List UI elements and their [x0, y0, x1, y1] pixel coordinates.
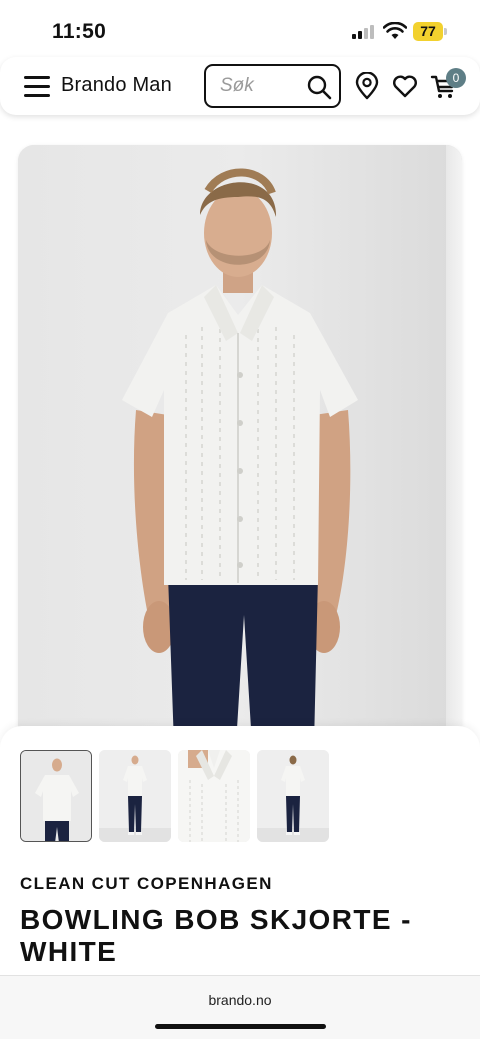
thumbnail-1[interactable]: [20, 750, 92, 842]
cart-count-badge: 0: [446, 68, 466, 88]
battery-level: 77: [413, 22, 443, 41]
product-title: BOWLING BOB SKJORTE - WHITE: [20, 904, 412, 967]
status-bar: 11:50 77: [0, 0, 480, 60]
product-main-image[interactable]: [18, 145, 462, 745]
status-time: 11:50: [52, 20, 107, 43]
product-brand[interactable]: CLEAN CUT COPENHAGEN: [20, 874, 273, 894]
home-indicator: [155, 1024, 326, 1029]
browser-url-bar[interactable]: brando.no: [0, 975, 480, 1039]
heart-icon[interactable]: [391, 72, 419, 100]
model-photo: [18, 145, 462, 745]
signal-icon: [352, 25, 376, 39]
battery-icon: 77: [413, 22, 447, 41]
search-input[interactable]: [220, 74, 300, 98]
search-icon[interactable]: [306, 74, 332, 100]
thumbnail-3[interactable]: [178, 750, 250, 842]
search-box[interactable]: [204, 64, 341, 108]
site-header: Brando Man: [0, 57, 480, 115]
site-logo[interactable]: Brando Man: [61, 74, 172, 97]
location-pin-icon[interactable]: [353, 72, 381, 100]
menu-icon[interactable]: [24, 74, 52, 98]
next-image-peek: [446, 145, 462, 745]
thumbnail-4[interactable]: [257, 750, 329, 842]
thumbnail-2[interactable]: [99, 750, 171, 842]
wifi-icon: [383, 22, 407, 39]
url-text[interactable]: brando.no: [0, 992, 480, 1008]
